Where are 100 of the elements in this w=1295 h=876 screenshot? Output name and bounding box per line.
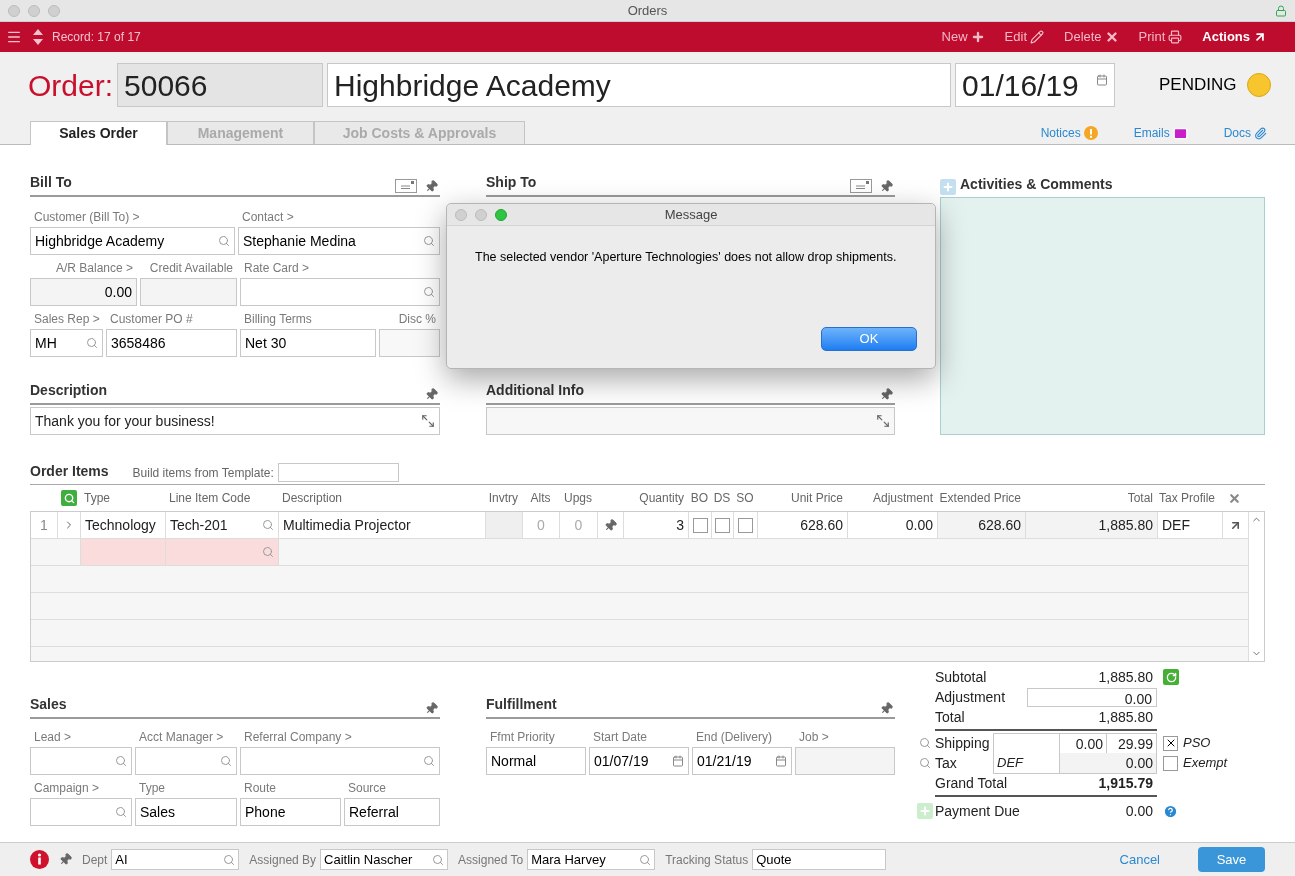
lookup-field[interactable] [240,278,440,306]
expand-icon[interactable] [876,414,890,428]
field-label: Build items from Template: [132,465,274,482]
input-field[interactable]: Quote [752,849,887,870]
lookup-field[interactable]: Caitlin Nascher [320,849,449,870]
lookup-field[interactable]: MH [30,329,103,357]
lookup-field[interactable] [240,747,440,775]
input-field[interactable]: Net 30 [240,329,376,357]
checkbox[interactable] [738,517,753,533]
window-control[interactable] [475,208,487,221]
close-icon[interactable] [1228,491,1241,505]
window-control[interactable] [455,208,467,221]
search-icon [262,546,274,558]
toolbar-button[interactable]: Actions [1202,27,1267,47]
checkbox[interactable] [1163,755,1178,771]
lookup-field[interactable]: Highbridge Academy [30,227,235,255]
pencil-icon [1030,30,1044,44]
search-icon [919,757,931,769]
window-title: Orders [627,1,668,20]
search-icon [86,337,98,349]
lookup-field[interactable]: Stephanie Medina [238,227,440,255]
refresh-button[interactable] [1163,669,1179,685]
input-field[interactable]: Phone [240,798,341,826]
up-down-icon[interactable] [32,28,44,46]
column-header: Alts [529,490,552,507]
lookup-field[interactable] [30,798,132,826]
window-control[interactable] [28,4,40,17]
required-cell[interactable] [81,539,166,565]
table-cell[interactable]: Technology [81,512,166,538]
checkbox[interactable] [1163,735,1178,751]
window-control[interactable] [495,208,507,221]
search-icon [115,755,127,767]
template-field[interactable] [277,463,399,482]
search-button[interactable] [61,490,77,506]
lookup-field[interactable]: Mara Harvey [527,849,656,870]
dialog-message: The selected vendor 'Aperture Technologies' does not allow drop shipments. [474,249,898,266]
input-field[interactable]: Normal [486,747,586,775]
toolbar-button[interactable]: New [941,27,985,47]
search-icon [223,853,236,866]
adjustment-field[interactable]: 0.00 [1027,687,1157,707]
total-label: Tax [935,753,957,773]
info-icon[interactable] [30,850,49,869]
scrollbar[interactable] [1248,512,1264,661]
search-icon [115,806,127,818]
menu-icon[interactable] [6,29,22,45]
order-number-field[interactable]: 50066 [117,63,324,107]
card-icon [395,179,417,193]
table-cell: 628.60 [938,512,1026,538]
arrow-icon [1253,30,1267,44]
date-field[interactable]: 01/07/19 [589,747,689,775]
lookup-field[interactable] [30,747,132,775]
paperclip-icon [1254,126,1267,140]
column-header: Invtry [487,490,519,507]
column-header: Quantity [638,490,685,507]
toolbar-button[interactable]: Print [1138,27,1183,47]
total-value: 1,885.80 [1098,667,1154,687]
section-title: Bill To [30,173,72,192]
tab[interactable]: Sales Order [30,121,167,145]
field-label: Rate Card > [243,260,311,277]
date-field[interactable]: 01/21/19 [692,747,792,775]
table-cell[interactable]: DEF [1158,512,1223,538]
input-field[interactable]: Sales [135,798,237,826]
field-label: Acct Manager > [138,729,225,746]
lookup-field[interactable]: AI [111,849,240,870]
table-cell[interactable]: 628.60 [758,512,848,538]
plus-icon [970,30,985,44]
additional-info-field[interactable] [486,407,895,435]
add-icon[interactable] [940,179,956,195]
window-control[interactable] [8,4,20,17]
date-field[interactable]: 01/16/19 [955,63,1116,107]
input-field[interactable] [140,278,237,306]
expand-icon[interactable] [421,414,435,428]
column-header: DS [712,490,732,507]
lookup-field[interactable] [135,747,237,775]
customer-field[interactable]: Highbridge Academy [327,63,952,107]
card-icon [850,179,872,193]
checkbox[interactable] [715,517,730,533]
input-field[interactable]: Referral [344,798,440,826]
description-field[interactable]: Thank you for your business! [30,407,440,435]
input-field[interactable] [379,329,440,357]
field-label: A/R Balance > [54,260,134,277]
toolbar-button[interactable]: Delete [1064,27,1119,47]
table-cell[interactable]: 3 [624,512,689,538]
add-icon[interactable] [917,803,933,819]
lookup-field[interactable]: Tech-201 [166,512,279,538]
help-icon[interactable] [1163,803,1178,819]
column-header: Line Item Code [168,490,252,507]
toolbar-button[interactable]: Edit [1004,27,1044,47]
field-label: Tracking Status [665,851,749,869]
field-label: Lead > [33,729,73,746]
window-control[interactable] [48,4,60,17]
checkbox[interactable] [692,517,708,533]
input-field[interactable]: 3658486 [106,329,237,357]
field-label: Sales Rep > [33,311,101,328]
search-icon [220,755,232,767]
input-field[interactable]: 0.00 [30,278,137,306]
input-field[interactable] [795,747,895,775]
activities-panel[interactable] [940,197,1265,435]
required-cell[interactable] [166,539,279,565]
total-label: Shipping [935,733,990,753]
